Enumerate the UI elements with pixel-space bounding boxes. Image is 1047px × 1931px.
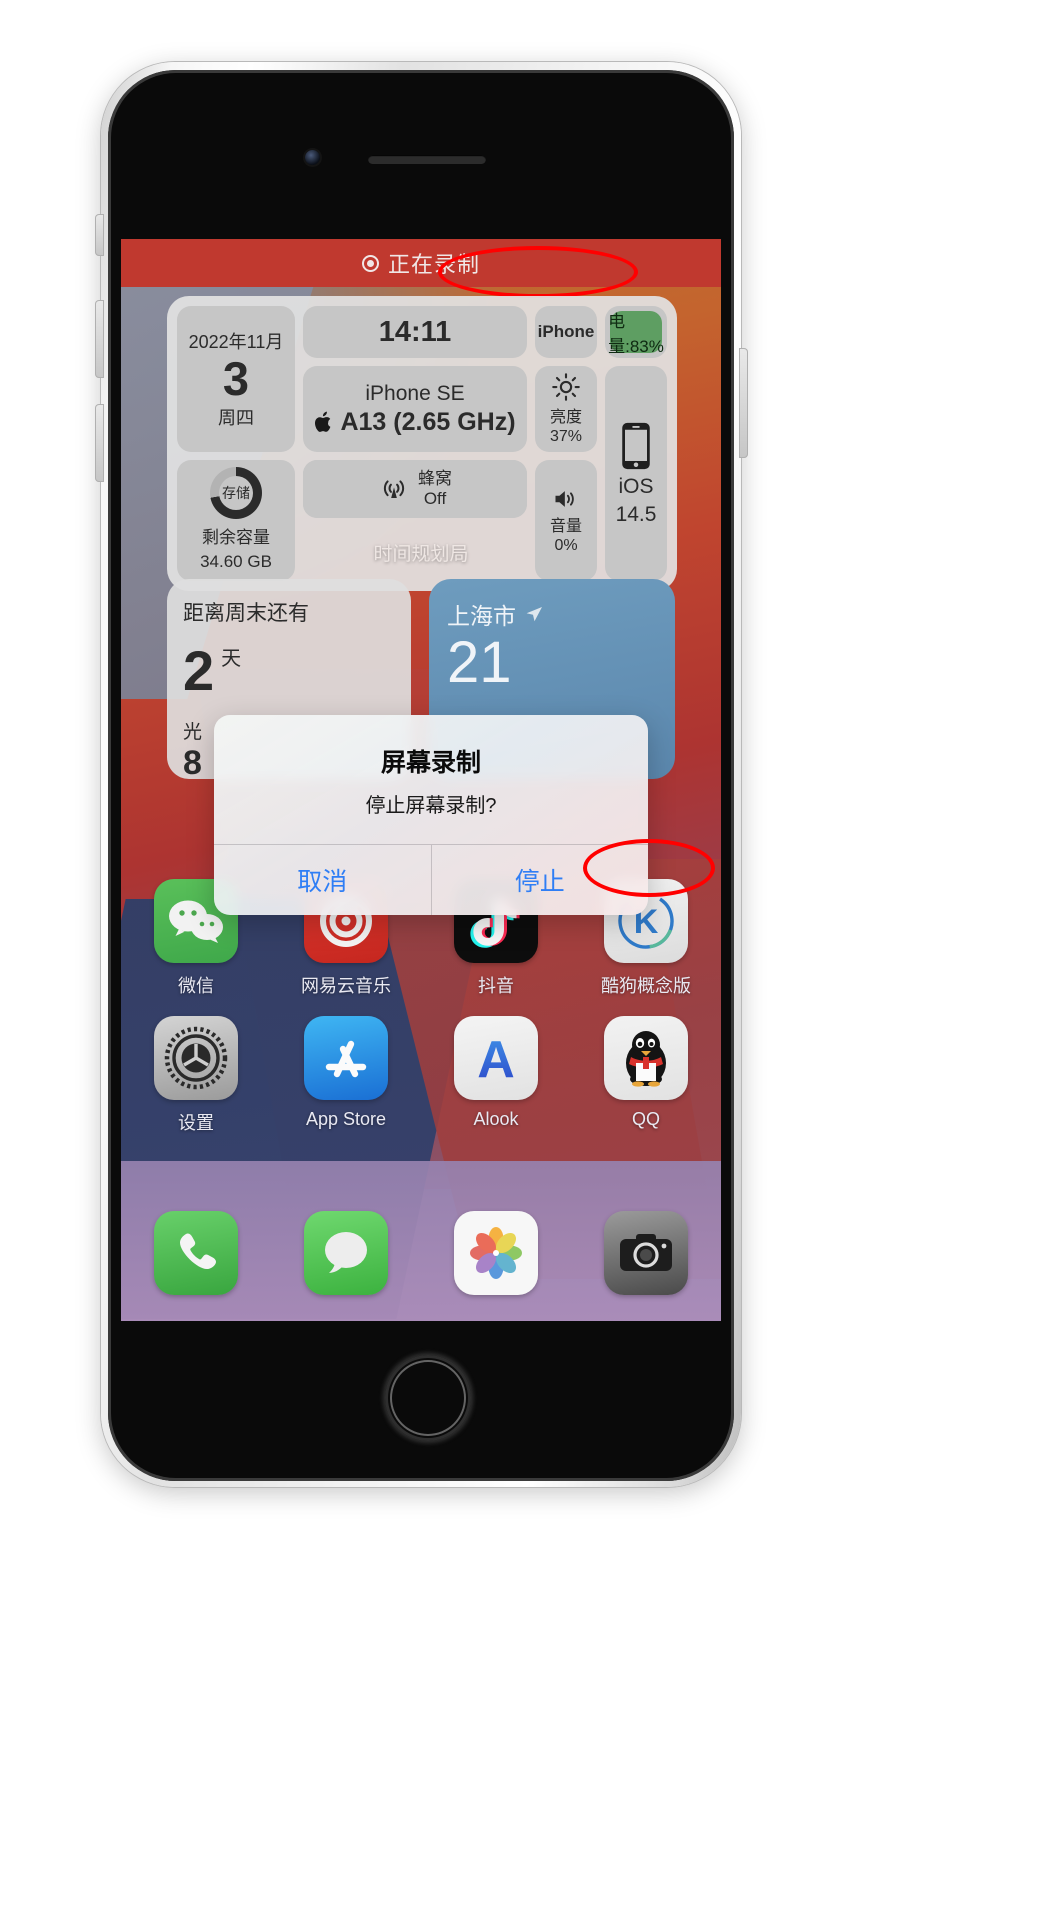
screen-recording-alert[interactable]: 屏幕录制 停止屏幕录制? 取消 停止 [214, 715, 648, 915]
app-label: QQ [631, 1109, 660, 1129]
app-label: 网易云音乐 [301, 976, 391, 996]
app-row-2: 设置 App Store A Alook QQ [121, 1016, 721, 1135]
device-name-cell: iPhone [535, 306, 597, 358]
home-button[interactable] [385, 1355, 471, 1441]
power-button[interactable] [739, 348, 748, 458]
chip-model: iPhone SE [365, 381, 465, 405]
storage-ring-icon: 存储 [210, 467, 262, 519]
brightness-value: 37% [549, 428, 583, 445]
volume-up-button[interactable] [95, 300, 104, 378]
app-label: 微信 [178, 976, 214, 996]
weather-temperature: 21 [447, 630, 512, 695]
dock [121, 1211, 721, 1295]
dock-app-camera[interactable] [588, 1211, 704, 1295]
recording-label: 正在录制 [387, 252, 480, 277]
phone-icon [154, 1211, 238, 1295]
battery-cell: 电量:83% [605, 306, 667, 358]
settings-gear-icon [154, 1016, 238, 1100]
dock-app-phone[interactable] [138, 1211, 254, 1295]
chip-soc-label: A13 (2.65 GHz) [340, 407, 516, 436]
system-widget-label: 时间规划局 [373, 544, 469, 565]
app-app-store[interactable]: App Store [288, 1016, 404, 1135]
qq-penguin-icon [604, 1016, 688, 1100]
app-label: App Store [305, 1109, 387, 1129]
app-label: 酷狗概念版 [601, 976, 691, 996]
alert-message: 停止屏幕录制? [365, 795, 497, 817]
alert-title: 屏幕录制 [380, 749, 481, 777]
chip-cell: iPhone SE A13 (2.65 GHz) [303, 366, 527, 452]
countdown-unit: 天 [221, 648, 242, 670]
alert-actions: 取消 停止 [214, 844, 648, 915]
record-dot-icon [361, 254, 379, 272]
app-store-icon [304, 1016, 388, 1100]
ios-version: 14.5 [615, 502, 657, 526]
ios-label: iOS [618, 474, 654, 498]
home-screen-app-grid: 微信 网易云音乐 抖音 K 酷狗概念版 设置 App Store A Alook… [121, 879, 721, 1153]
messages-icon [304, 1211, 388, 1295]
phone-screen: 正在录制 2022年11月 3 周四 14:11 iPhone 电量:83% i… [121, 239, 721, 1321]
camera-icon [604, 1211, 688, 1295]
iphone-device-icon [622, 422, 650, 469]
sun-icon [552, 373, 580, 401]
app-qq[interactable]: QQ [588, 1016, 704, 1135]
cellular-state: Off [423, 489, 447, 508]
speaker-icon [555, 490, 574, 507]
screenshot-stage: 正在录制 2022年11月 3 周四 14:11 iPhone 电量:83% i… [0, 0, 1047, 1931]
app-alook[interactable]: A Alook [438, 1016, 554, 1135]
photos-icon [454, 1211, 538, 1295]
countdown-value-row: 2 天 [183, 643, 395, 699]
app-label: 设置 [178, 1113, 214, 1133]
app-settings[interactable]: 设置 [138, 1016, 254, 1135]
recording-status-bar[interactable]: 正在录制 [121, 239, 721, 287]
clock-cell: 14:11 [303, 306, 527, 358]
brightness-label: 亮度 [549, 409, 582, 426]
volume-label: 音量 [549, 517, 582, 535]
location-arrow-icon [526, 607, 542, 622]
dock-app-photos[interactable] [438, 1211, 554, 1295]
apple-logo-icon [315, 411, 331, 432]
cellular-cell: 蜂窝 Off [303, 460, 527, 518]
cellular-antenna-icon [383, 480, 405, 498]
brightness-cell: 亮度 37% [535, 366, 597, 452]
battery-badge: 电量:83% [608, 311, 664, 356]
date-day: 3 [222, 352, 250, 406]
app-label: 抖音 [478, 976, 514, 996]
stop-button[interactable]: 停止 [432, 845, 649, 915]
date-year-month: 2022年11月 [188, 332, 284, 353]
front-camera-icon [305, 150, 320, 165]
volume-down-button[interactable] [95, 404, 104, 482]
app-label: Alook [473, 1109, 519, 1129]
date-cell: 2022年11月 3 周四 [177, 306, 295, 452]
countdown-title: 距离周末还有 [183, 602, 309, 625]
alert-body: 屏幕录制 停止屏幕录制? [214, 715, 648, 844]
alook-browser-icon: A [454, 1016, 538, 1100]
cancel-button[interactable]: 取消 [214, 845, 432, 915]
countdown-value: 2 [183, 639, 215, 702]
storage-ring-label: 存储 [222, 485, 250, 501]
chip-soc-row: A13 (2.65 GHz) [314, 407, 516, 437]
svg-text:A: A [477, 1031, 515, 1088]
mute-switch[interactable] [95, 214, 104, 256]
date-weekday: 周四 [218, 407, 254, 428]
cellular-label: 蜂窝 [418, 469, 452, 489]
weather-city: 上海市 [447, 603, 516, 629]
dock-app-messages[interactable] [288, 1211, 404, 1295]
cellular-text: 蜂窝 Off [418, 469, 452, 508]
weather-city-row: 上海市 [447, 597, 657, 631]
earpiece-speaker [368, 155, 486, 164]
